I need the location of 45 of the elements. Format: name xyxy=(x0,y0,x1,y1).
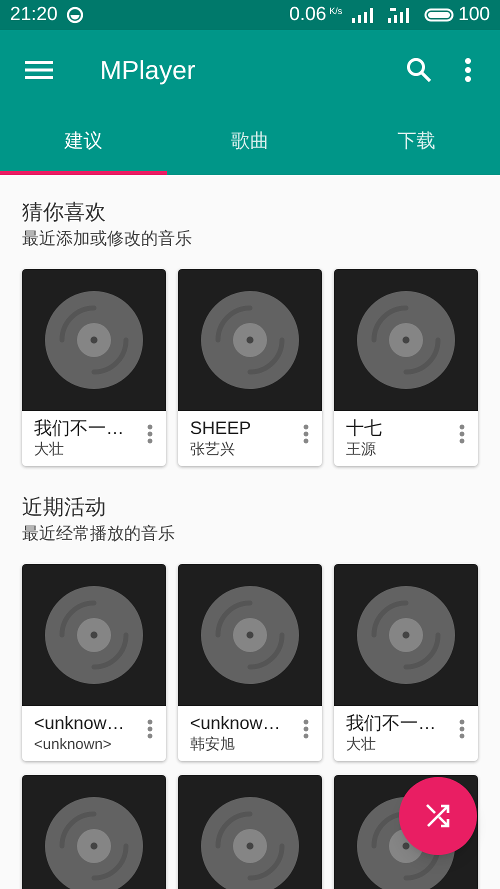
search-button[interactable] xyxy=(404,55,434,85)
more-options-icon xyxy=(464,57,472,83)
vinyl-record-icon xyxy=(357,586,455,684)
search-icon xyxy=(406,57,432,83)
battery-level: 100 xyxy=(458,2,490,27)
vinyl-record-icon xyxy=(357,291,455,389)
vinyl-record-icon xyxy=(201,797,299,889)
album-card[interactable]: 我们不一… 大壮 xyxy=(22,269,166,466)
album-card[interactable]: 十七 王源 xyxy=(334,269,478,466)
album-artist: 大壮 xyxy=(346,735,377,755)
vinyl-record-icon xyxy=(201,586,299,684)
album-card[interactable] xyxy=(178,775,322,889)
album-artist: <unknown> xyxy=(34,735,113,755)
app-title: MPlayer xyxy=(100,54,196,86)
network-speed-unit: K/s xyxy=(329,5,342,18)
album-card[interactable]: <unknow… <unknown> xyxy=(22,564,166,761)
album-title: SHEEP xyxy=(190,417,252,439)
album-title: <unknow… xyxy=(190,712,282,734)
menu-icon xyxy=(25,60,53,80)
app-notification-icon xyxy=(66,6,84,24)
album-card[interactable] xyxy=(22,775,166,889)
vinyl-record-icon xyxy=(201,291,299,389)
album-title: 我们不一… xyxy=(34,417,125,439)
section-title: 猜你喜欢 xyxy=(21,200,107,226)
album-artist: 张艺兴 xyxy=(190,440,236,460)
section-subtitle: 最近经常播放的音乐 xyxy=(21,523,176,545)
vinyl-record-icon xyxy=(45,291,143,389)
tab[interactable]: 建议 xyxy=(0,110,167,175)
album-card[interactable]: 我们不一… 大壮 xyxy=(334,564,478,761)
album-card[interactable]: <unknow… 韩安旭 xyxy=(178,564,322,761)
section-title: 近期活动 xyxy=(21,495,107,521)
section-subtitle: 最近添加或修改的音乐 xyxy=(21,228,193,250)
vinyl-record-icon xyxy=(45,586,143,684)
vinyl-record-icon xyxy=(45,797,143,889)
shuffle-icon xyxy=(425,803,451,829)
album-title: 十七 xyxy=(346,417,383,439)
album-artist: 韩安旭 xyxy=(190,735,236,755)
clock: 21:20 xyxy=(10,2,58,27)
album-artist: 大壮 xyxy=(34,440,65,460)
album-title: <unknow… xyxy=(34,712,126,734)
album-title: 我们不一… xyxy=(346,712,437,734)
album-artist: 王源 xyxy=(346,440,377,460)
network-speed: 0.06 xyxy=(289,2,326,27)
album-card[interactable]: SHEEP 张艺兴 xyxy=(178,269,322,466)
battery-icon xyxy=(424,7,454,23)
